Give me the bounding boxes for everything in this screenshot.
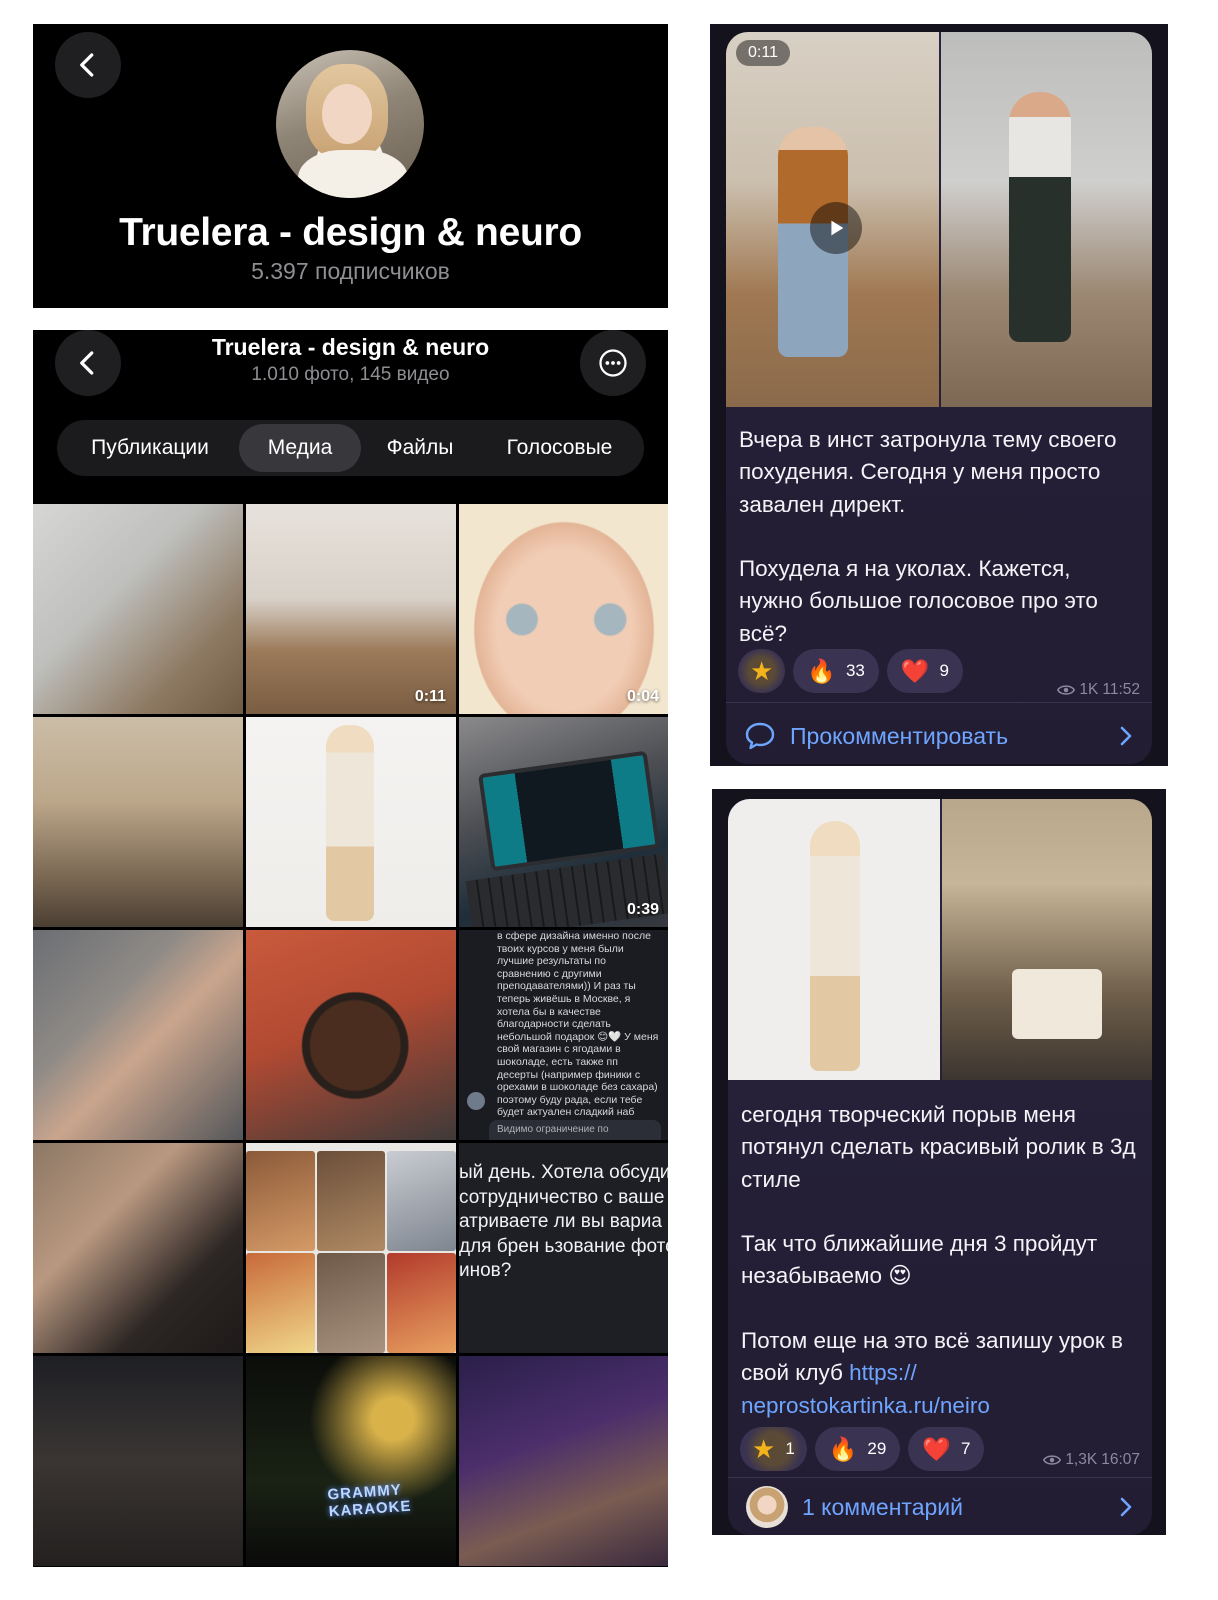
media-item[interactable]: ый день. Хотела обсуди сотрудничество с … (459, 1143, 668, 1353)
media-item[interactable]: 0:04 (459, 504, 668, 714)
reactions-bar: ★ 1 🔥 29 ❤️ 7 (740, 1427, 985, 1471)
media-item[interactable] (33, 717, 243, 927)
post-meta: 1K 11:52 (1057, 681, 1140, 699)
comment-label: 1 комментарий (802, 1493, 963, 1520)
chevron-right-icon (1120, 726, 1132, 746)
more-dots-icon (599, 349, 627, 377)
media-item[interactable] (33, 1356, 243, 1566)
media-item[interactable] (33, 504, 243, 714)
comment-button[interactable]: Прокомментировать (726, 706, 1152, 764)
media-item[interactable]: 0:39 (459, 717, 668, 927)
video-duration: 0:11 (736, 40, 790, 66)
channel-media-screen: Truelera - design & neuro 1.010 фото, 14… (33, 330, 668, 1567)
video-duration: 0:11 (414, 688, 446, 705)
view-count: 1K (1079, 681, 1099, 698)
media-item[interactable] (246, 930, 456, 1140)
more-options-button[interactable] (580, 330, 646, 396)
post-time: 16:07 (1101, 1451, 1140, 1468)
post-text: сегодня творческий порыв меня потянул сд… (741, 1099, 1139, 1422)
reaction-count: 7 (960, 1439, 971, 1458)
video-duration: 0:39 (626, 901, 659, 918)
media-count: 1.010 фото, 145 видео (251, 364, 450, 385)
reaction-count: 1 (785, 1439, 795, 1458)
reaction-fire[interactable]: 🔥 33 (793, 649, 879, 693)
reaction-count: 9 (939, 661, 949, 680)
reaction-star[interactable]: ★ (738, 649, 786, 693)
reactions-bar: ★ 🔥 33 ❤️ 9 (738, 649, 963, 693)
fire-icon: 🔥 (828, 1435, 858, 1462)
channel-profile-header: Truelera - design & neuro 5.397 подписчи… (33, 24, 668, 308)
post-photo[interactable] (941, 32, 1152, 407)
post-photo[interactable] (728, 799, 940, 1080)
media-item[interactable]: GRAMMY KARAOKE (246, 1356, 456, 1566)
channel-name: Truelera - design & neuro (119, 211, 582, 254)
channel-post: 0:11 Вчера в инст затронула тему своего … (710, 24, 1168, 766)
tab-media[interactable]: Медиа (239, 424, 361, 472)
comments-button[interactable]: 1 комментарий (728, 1477, 1152, 1535)
reaction-count: 33 (845, 661, 865, 680)
video-duration: 0:04 (626, 688, 659, 705)
post-meta: 1,3K 16:07 (1043, 1451, 1140, 1469)
eye-icon (1057, 685, 1076, 695)
post-time: 11:52 (1102, 681, 1140, 698)
reaction-star[interactable]: ★ 1 (740, 1427, 807, 1471)
heart-icon: ❤️ (922, 1435, 951, 1462)
star-icon: ★ (750, 655, 774, 686)
post-video[interactable]: 0:11 (726, 32, 939, 407)
chat-message-text: в сфере дизайна именно после твоих курсо… (497, 930, 659, 1119)
screen-title: Truelera - design & neuro (211, 334, 490, 360)
avatar (467, 1092, 485, 1110)
message-bubble: 0:11 Вчера в инст затронула тему своего … (726, 32, 1152, 764)
media-item[interactable] (33, 1143, 243, 1353)
post-photo[interactable] (942, 799, 1152, 1080)
post-media: 0:11 (726, 32, 1152, 407)
laptop-screen (478, 750, 660, 872)
heart-icon: ❤️ (900, 657, 930, 684)
media-item[interactable]: в сфере дизайна именно после твоих курсо… (459, 930, 668, 1140)
divider (726, 702, 1152, 703)
media-grid: 0:11 0:04 0:39 в сфере дизайна именно по… (33, 504, 668, 1566)
tab-publications[interactable]: Публикации (61, 424, 239, 472)
reaction-count: 29 (867, 1439, 887, 1458)
channel-avatar[interactable] (276, 50, 424, 198)
media-item[interactable] (33, 930, 243, 1140)
fire-icon: 🔥 (807, 657, 836, 684)
back-button[interactable] (55, 32, 121, 98)
play-icon (831, 220, 844, 236)
message-bubble: сегодня творческий порыв меня потянул сд… (728, 799, 1152, 1535)
view-count: 1,3K (1065, 1451, 1098, 1468)
chevron-right-icon (1120, 1497, 1132, 1517)
chat-note: Видимо ограничение по (489, 1120, 661, 1140)
comment-label: Прокомментировать (790, 722, 1009, 749)
reaction-heart[interactable]: ❤️ 7 (908, 1427, 985, 1471)
collage (246, 1151, 456, 1353)
karaoke-sign: GRAMMY KARAOKE (326, 1481, 412, 1521)
post-text: Вчера в инст затронула тему своего похуд… (739, 427, 1117, 646)
media-item[interactable] (459, 1356, 668, 1566)
subscriber-count: 5.397 подписчиков (251, 258, 450, 284)
play-button[interactable] (810, 202, 862, 254)
reaction-fire[interactable]: 🔥 29 (814, 1427, 901, 1471)
post-media (728, 799, 1152, 1080)
media-item[interactable] (246, 1143, 456, 1353)
chevron-left-icon (80, 53, 94, 77)
tab-files[interactable]: Файлы (361, 424, 479, 472)
reaction-heart[interactable]: ❤️ 9 (886, 649, 963, 693)
model-figure (326, 725, 374, 921)
chat-message-text: ый день. Хотела обсуди сотрудничество с … (459, 1162, 668, 1281)
comment-bubble-icon (745, 722, 775, 750)
post-body: сегодня творческий порыв меня потянул сд… (741, 1102, 1136, 1386)
tab-voice[interactable]: Голосовые (479, 424, 640, 472)
channel-post: сегодня творческий порыв меня потянул сд… (712, 789, 1166, 1535)
media-item[interactable]: 0:11 (246, 504, 456, 714)
avatar (746, 1486, 788, 1528)
media-tabs: Публикации Медиа Файлы Голосовые (57, 420, 644, 476)
star-icon: ★ (752, 1433, 776, 1464)
media-item[interactable] (246, 717, 456, 927)
eye-icon (1043, 1455, 1062, 1465)
